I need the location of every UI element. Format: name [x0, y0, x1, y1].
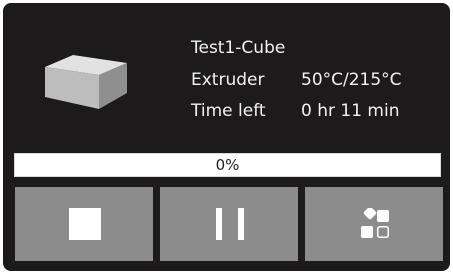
stop-button[interactable] [15, 187, 153, 261]
extruder-label: Extruder [191, 70, 265, 90]
pause-icon [216, 208, 244, 240]
time-left-label: Time left [191, 101, 266, 121]
more-options-icon [361, 208, 389, 238]
cube-thumbnail-icon [45, 55, 127, 109]
stop-icon [69, 208, 101, 240]
job-name: Test1-Cube [191, 38, 286, 58]
pause-button[interactable] [160, 187, 298, 261]
print-progress-bar: 0% [14, 153, 441, 177]
time-left-value: 0 hr 11 min [301, 101, 400, 121]
print-status-screen: Test1-Cube Extruder 50°C/215°C Time left… [0, 0, 453, 274]
extruder-temperature: 50°C/215°C [301, 70, 402, 90]
more-options-button[interactable] [305, 187, 443, 261]
progress-percent: 0% [215, 156, 240, 174]
